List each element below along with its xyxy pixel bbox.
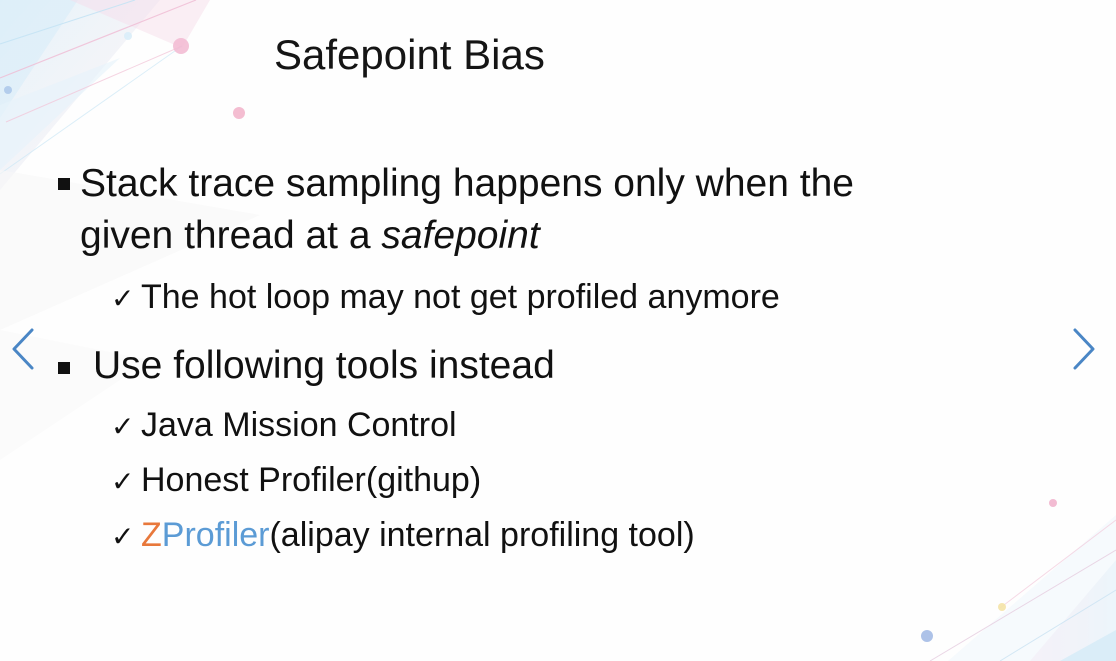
- safepoint-emphasis: safepoint: [381, 214, 540, 257]
- subitem-text: Java Mission Control: [141, 406, 457, 444]
- subitem-hot-loop: ✓ The hot loop may not get profiled anymo…: [111, 275, 780, 321]
- chevron-left-icon: [12, 328, 34, 370]
- bullet-line-2: given thread at a safepoint: [80, 210, 1000, 262]
- bullet-text: Use following tools instead: [93, 340, 993, 392]
- subitem-text: Honest Profiler(githup): [141, 461, 482, 499]
- check-icon: ✓: [111, 466, 135, 497]
- chevron-right-icon: [1073, 328, 1095, 370]
- subitem-java-mission-control: ✓ Java Mission Control: [111, 403, 457, 449]
- next-slide-button[interactable]: [1071, 326, 1099, 372]
- subitem-text: The hot loop may not get profiled anymor…: [141, 278, 780, 316]
- bullet-text: Stack trace sampling happens only when t…: [80, 158, 1000, 262]
- subitem-zprofiler: ✓ ZProfiler(alipay internal profiling too…: [111, 513, 695, 559]
- decorative-background: [0, 0, 1116, 661]
- bullet-line: Use following tools instead: [93, 344, 555, 387]
- zprofiler-description: (alipay internal profiling tool): [269, 516, 695, 554]
- subitem-honest-profiler: ✓ Honest Profiler(githup): [111, 458, 481, 504]
- square-bullet-icon: [58, 362, 70, 374]
- check-icon: ✓: [111, 411, 135, 442]
- slide-viewer: Safepoint Bias Stack trace sampling happ…: [0, 0, 1116, 661]
- zprofiler-profiler: Profiler: [161, 516, 270, 554]
- previous-slide-button[interactable]: [8, 326, 36, 372]
- bullet-line-1: Stack trace sampling happens only when t…: [80, 162, 854, 205]
- bullet-line-2-prefix: given thread at a: [80, 214, 382, 257]
- check-icon: ✓: [111, 283, 135, 314]
- check-icon: ✓: [111, 521, 135, 552]
- square-bullet-icon: [58, 178, 70, 190]
- zprofiler-z: Z: [141, 516, 162, 554]
- slide-title: Safepoint Bias: [274, 31, 545, 78]
